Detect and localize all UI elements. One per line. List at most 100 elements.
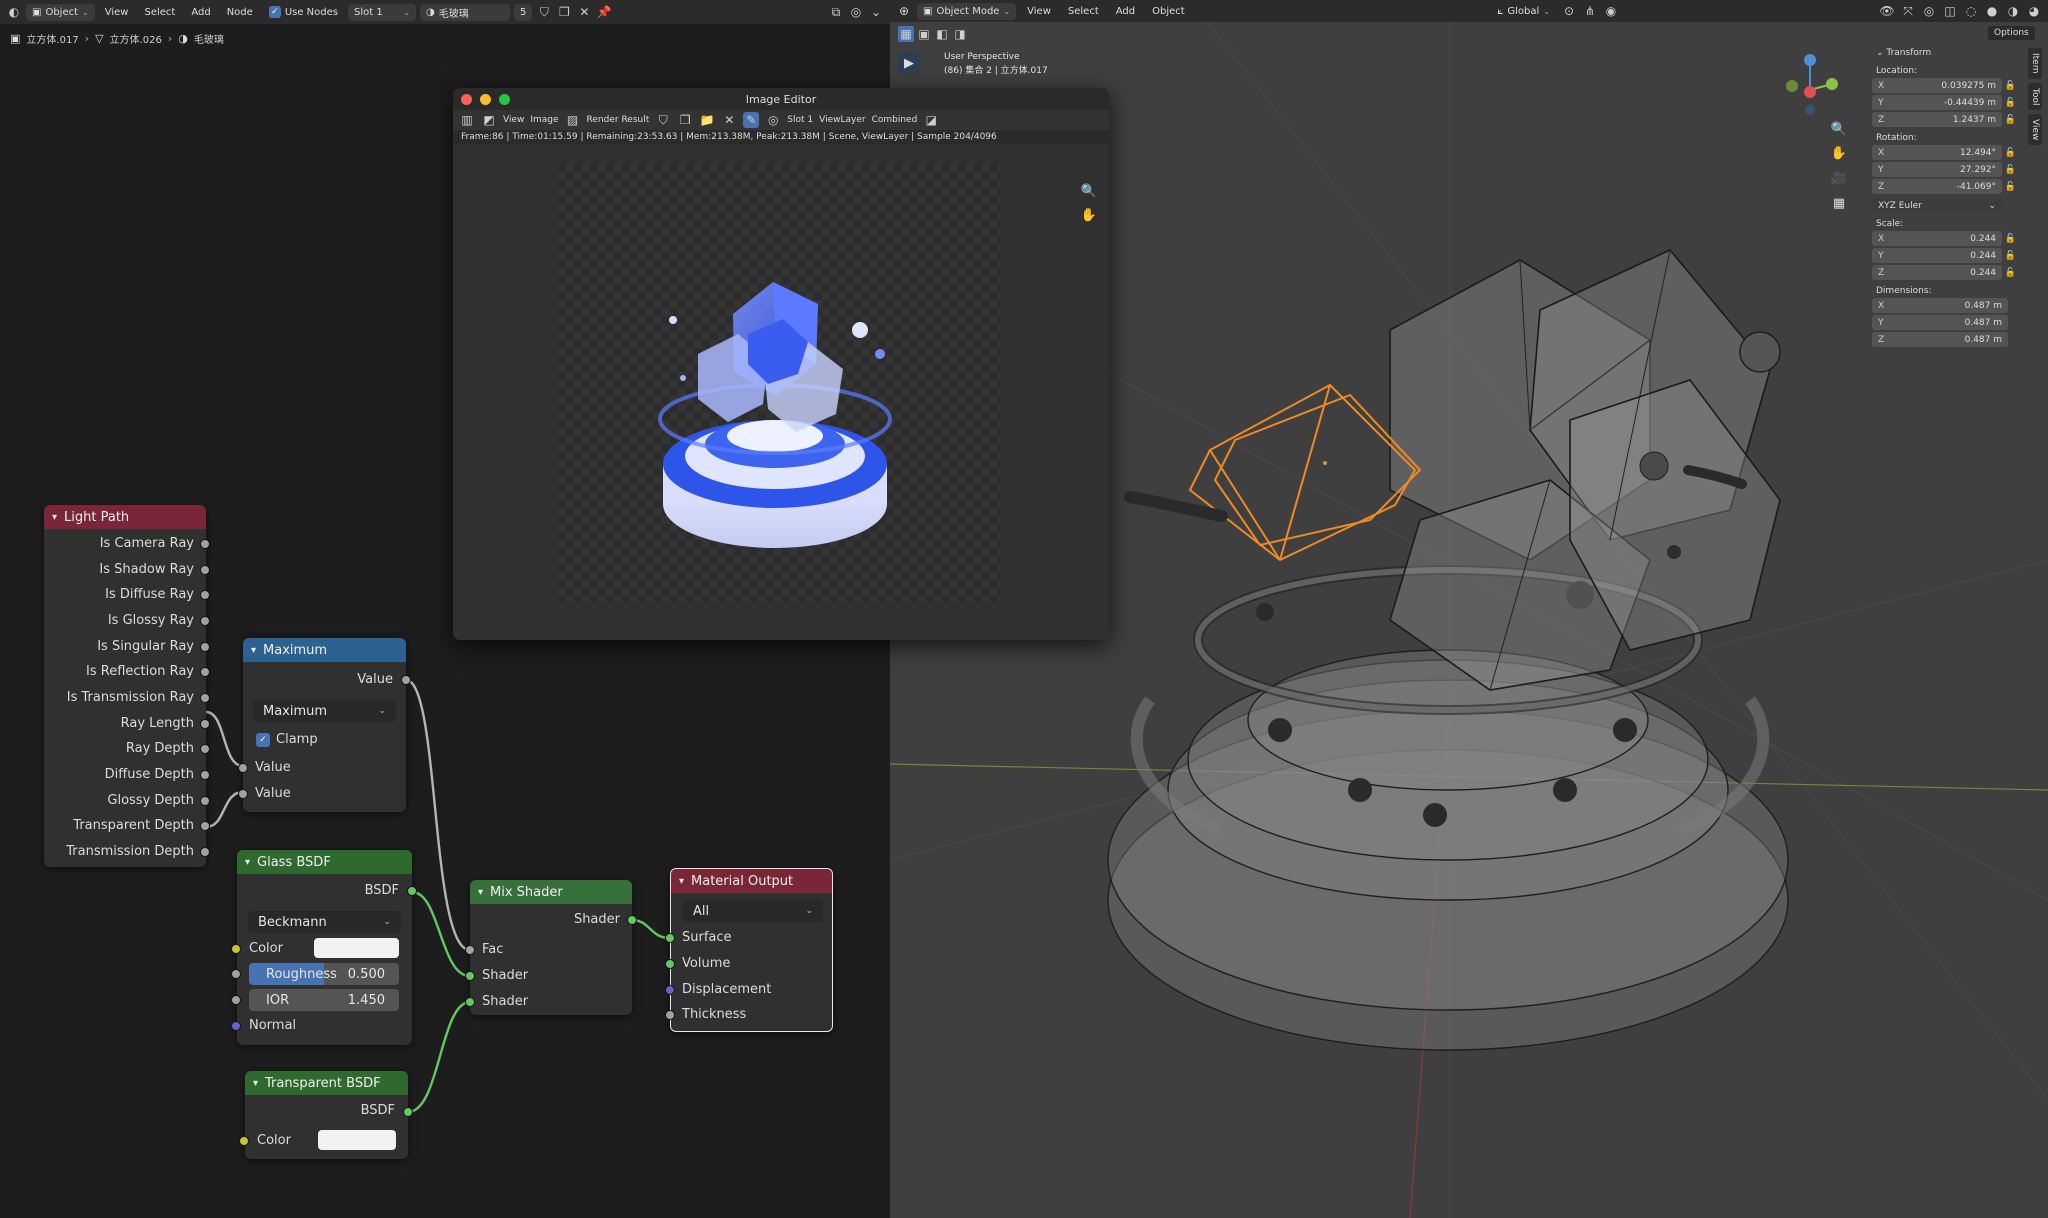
xray-icon[interactable]: ◫ — [1942, 3, 1958, 19]
clamp-checkbox[interactable]: ✓ Clamp — [256, 732, 318, 747]
lock-icon[interactable]: 🔓 — [2005, 268, 2016, 278]
lock-icon[interactable]: 🔓 — [2005, 234, 2016, 244]
socket-output-surface[interactable] — [665, 933, 675, 943]
viewport-menu-select[interactable]: Select — [1062, 3, 1105, 20]
rendered-shading-icon[interactable]: ◕ — [2026, 3, 2042, 19]
sidebar-tab-tool[interactable]: Tool — [2028, 82, 2042, 110]
lock-icon[interactable]: 🔓 — [2005, 148, 2016, 158]
dimensions-x-field[interactable]: X 0.487 m — [1872, 298, 2008, 313]
image-menu-view[interactable]: View — [503, 115, 524, 125]
sample-tool-icon[interactable]: ✎ — [743, 112, 760, 128]
material-shading-icon[interactable]: ◑ — [2005, 3, 2021, 19]
proportional-edit-icon[interactable]: ◉ — [1603, 3, 1619, 19]
gizmo-icon[interactable]: ⤧ — [1900, 3, 1916, 19]
socket-glossy-depth[interactable] — [200, 796, 210, 806]
transparent-node-header[interactable]: ▾ Transparent BSDF — [245, 1071, 408, 1095]
output-target-dropdown[interactable]: All ⌄ — [683, 900, 823, 922]
collapse-arrow-icon[interactable]: ▾ — [679, 876, 684, 887]
collapse-arrow-icon[interactable]: ▾ — [251, 645, 256, 656]
socket-glass-normal[interactable] — [231, 1021, 241, 1031]
toolbar-select-icon[interactable]: ▶ — [898, 52, 920, 74]
math-operation-dropdown[interactable]: Maximum ⌄ — [253, 700, 396, 722]
socket-glass-color[interactable] — [231, 944, 241, 954]
collapse-arrow-icon[interactable]: ▾ — [245, 857, 250, 868]
image-editor-window[interactable]: Image Editor ▥ ◩ View Image ▨ Render Res… — [453, 88, 1109, 640]
zoom-magnifier-icon[interactable]: 🔍 — [1078, 180, 1100, 202]
rotation-mode-dropdown[interactable]: XYZ Euler ⌄ — [1872, 198, 2002, 213]
editor-type-icon[interactable]: ▥ — [459, 112, 475, 128]
socket-transparent-bsdf-out[interactable] — [403, 1107, 413, 1117]
lock-icon[interactable]: 🔓 — [2005, 165, 2016, 175]
scale-y-field[interactable]: Y 0.244 🔓 — [1872, 248, 2016, 263]
socket-mix-shader-1[interactable] — [465, 971, 475, 981]
lock-icon[interactable]: 🔓 — [2005, 182, 2016, 192]
collapse-arrow-icon[interactable]: ▾ — [478, 887, 483, 898]
render-pass-dropdown[interactable]: Combined — [872, 115, 918, 125]
rotation-z-field[interactable]: Z -41.069° 🔓 — [1872, 179, 2016, 194]
rotation-y-field[interactable]: Y 27.292° 🔓 — [1872, 162, 2016, 177]
visibility-icon[interactable]: 👁 — [1879, 3, 1895, 19]
render-result-canvas[interactable] — [558, 164, 1000, 606]
location-y-field[interactable]: Y -0.44439 m 🔓 — [1872, 95, 2016, 110]
dimensions-y-field[interactable]: Y 0.487 m — [1872, 315, 2008, 330]
transform-orientation-dropdown[interactable]: ⟀ Global ⌄ — [1491, 3, 1556, 20]
view-layer-dropdown[interactable]: ViewLayer — [819, 115, 865, 125]
perspective-grid-icon[interactable]: ▦ — [1828, 192, 1850, 214]
ior-field[interactable]: IOR 1.450 — [249, 989, 399, 1011]
mix-node-header[interactable]: ▾ Mix Shader — [470, 880, 632, 904]
new-image-icon[interactable]: ❐ — [677, 112, 693, 128]
render-slot-dropdown[interactable]: Slot 1 — [787, 115, 813, 125]
maximum-node-header[interactable]: ▾ Maximum — [243, 638, 406, 662]
lock-icon[interactable]: 🔓 — [2005, 81, 2016, 91]
socket-is-singular-ray[interactable] — [200, 642, 210, 652]
object-mode-dropdown[interactable]: ▣ Object Mode ⌄ — [917, 2, 1017, 20]
socket-transparent-color[interactable] — [239, 1136, 249, 1146]
socket-glass-ior[interactable] — [231, 995, 241, 1005]
socket-glass-bsdf-out[interactable] — [407, 886, 417, 896]
collapse-arrow-icon[interactable]: ▾ — [52, 512, 57, 523]
select-subtract-icon[interactable]: ◧ — [934, 26, 950, 42]
socket-is-reflection-ray[interactable] — [200, 667, 210, 677]
zoom-window-button[interactable] — [499, 94, 510, 105]
image-name-field[interactable]: Render Result — [587, 115, 650, 125]
viewport-menu-add[interactable]: Add — [1110, 3, 1141, 20]
snap-magnet-icon[interactable]: ⋔ — [1582, 3, 1598, 19]
editor-type-icon[interactable]: ⊕ — [896, 3, 912, 19]
zoom-magnifier-icon[interactable]: 🔍 — [1828, 118, 1850, 140]
glass-color-swatch[interactable] — [314, 938, 399, 958]
overlay-icon[interactable]: ◎ — [765, 112, 781, 128]
transform-section-header[interactable]: ⌄ Transform — [1876, 48, 2020, 58]
light-path-node[interactable]: ▾ Light Path — [44, 505, 206, 867]
transparent-color-swatch[interactable] — [318, 1130, 396, 1150]
view-mode-icon[interactable]: ◩ — [481, 112, 497, 128]
pan-hand-icon[interactable]: ✋ — [1078, 204, 1100, 226]
viewport-menu-view[interactable]: View — [1021, 3, 1057, 20]
socket-output-volume[interactable] — [665, 959, 675, 969]
socket-maximum-value-in-2[interactable] — [238, 789, 248, 799]
socket-glass-roughness[interactable] — [231, 969, 241, 979]
lock-icon[interactable]: 🔓 — [2005, 98, 2016, 108]
glass-node-header[interactable]: ▾ Glass BSDF — [237, 850, 412, 874]
socket-mix-fac[interactable] — [465, 945, 475, 955]
image-menu-image[interactable]: Image — [530, 115, 558, 125]
socket-is-glossy-ray[interactable] — [200, 616, 210, 626]
sidebar-tab-item[interactable]: Item — [2028, 48, 2042, 79]
socket-maximum-value-out[interactable] — [401, 675, 411, 685]
minimize-window-button[interactable] — [480, 94, 491, 105]
socket-mix-shader-2[interactable] — [465, 997, 475, 1007]
open-folder-icon[interactable]: 📁 — [699, 112, 715, 128]
socket-is-diffuse-ray[interactable] — [200, 590, 210, 600]
close-window-button[interactable] — [461, 94, 472, 105]
sidebar-tab-view[interactable]: View — [2028, 113, 2042, 146]
light-path-node-header[interactable]: ▾ Light Path — [44, 505, 206, 529]
select-new-icon[interactable]: ▦ — [898, 26, 914, 42]
pan-hand-icon[interactable]: ✋ — [1828, 142, 1850, 164]
socket-diffuse-depth[interactable] — [200, 770, 210, 780]
socket-transparent-depth[interactable] — [200, 821, 210, 831]
select-invert-icon[interactable]: ◨ — [952, 26, 968, 42]
socket-maximum-value-in-1[interactable] — [238, 763, 248, 773]
roughness-slider[interactable]: Roughness 0.500 — [249, 963, 399, 985]
lock-icon[interactable]: 🔓 — [2005, 115, 2016, 125]
location-x-field[interactable]: X 0.039275 m 🔓 — [1872, 78, 2016, 93]
camera-view-icon[interactable]: 🎥 — [1828, 167, 1850, 189]
